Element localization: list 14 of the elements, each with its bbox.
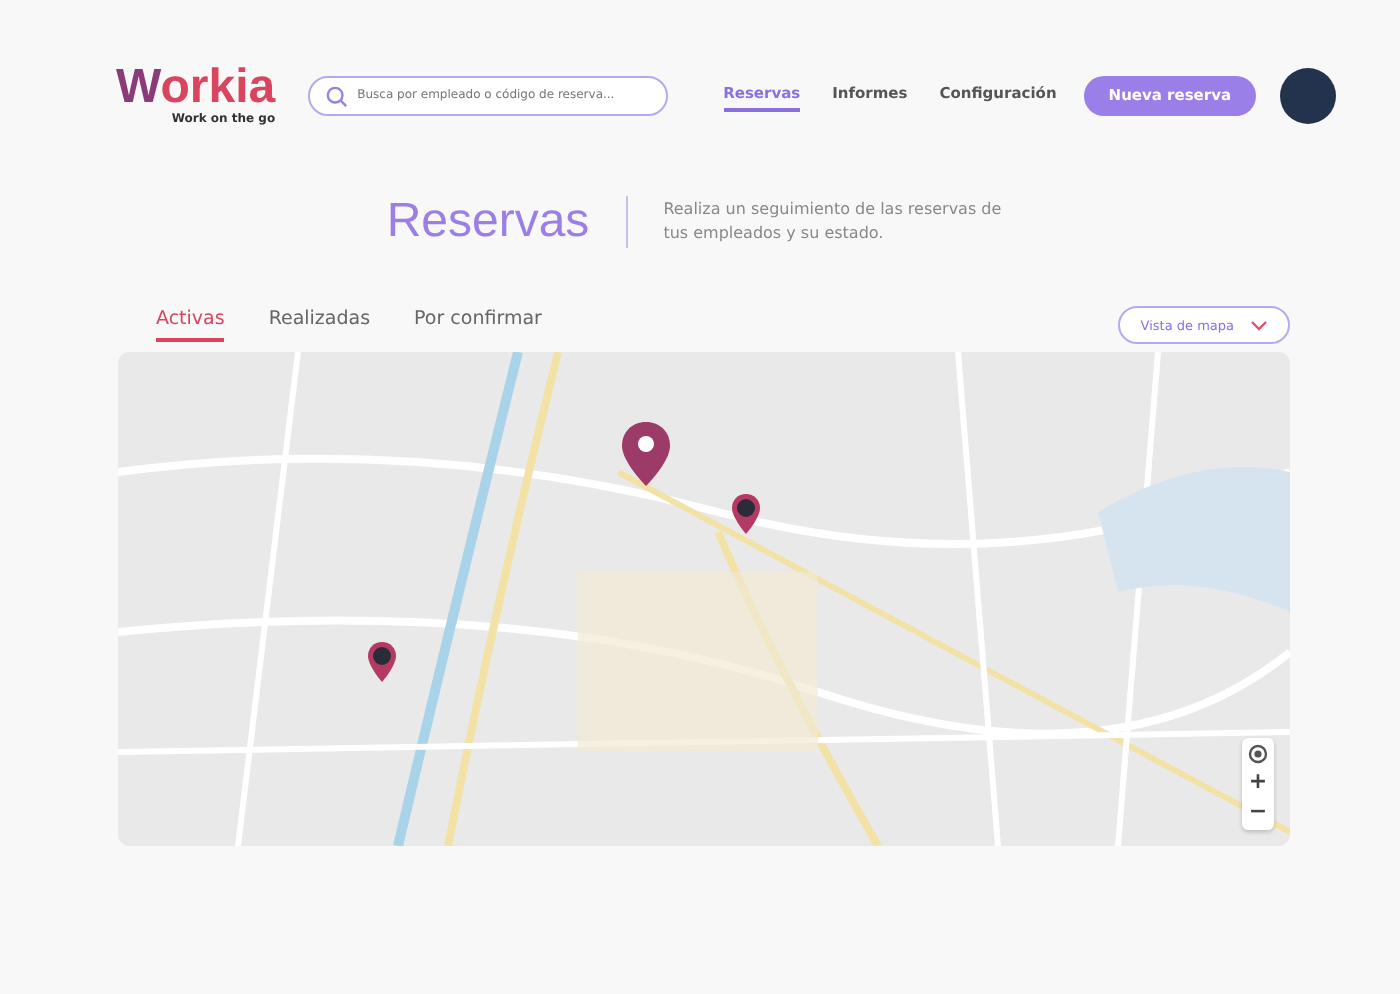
logo-text: Workia: [116, 64, 276, 112]
page-description: Realiza un seguimiento de las reservas de tus empleados y su estado.: [663, 198, 1004, 246]
tab[interactable]: Realizadas: [268, 308, 371, 342]
tab[interactable]: Activas: [156, 308, 225, 342]
tab[interactable]: Por confirmar: [414, 308, 542, 342]
page-title: Reservas: [386, 194, 590, 250]
user-pin-icon[interactable]: [367, 642, 396, 683]
user-pin-icon[interactable]: [731, 494, 759, 535]
locate-icon[interactable]: [1246, 742, 1270, 766]
user-avatar[interactable]: [1279, 67, 1336, 123]
chevron-down-icon: [1250, 319, 1268, 331]
zoom-out-button[interactable]: −: [1242, 796, 1274, 826]
map-pin-icon[interactable]: [621, 421, 670, 486]
zoom-in-button[interactable]: +: [1242, 766, 1274, 796]
